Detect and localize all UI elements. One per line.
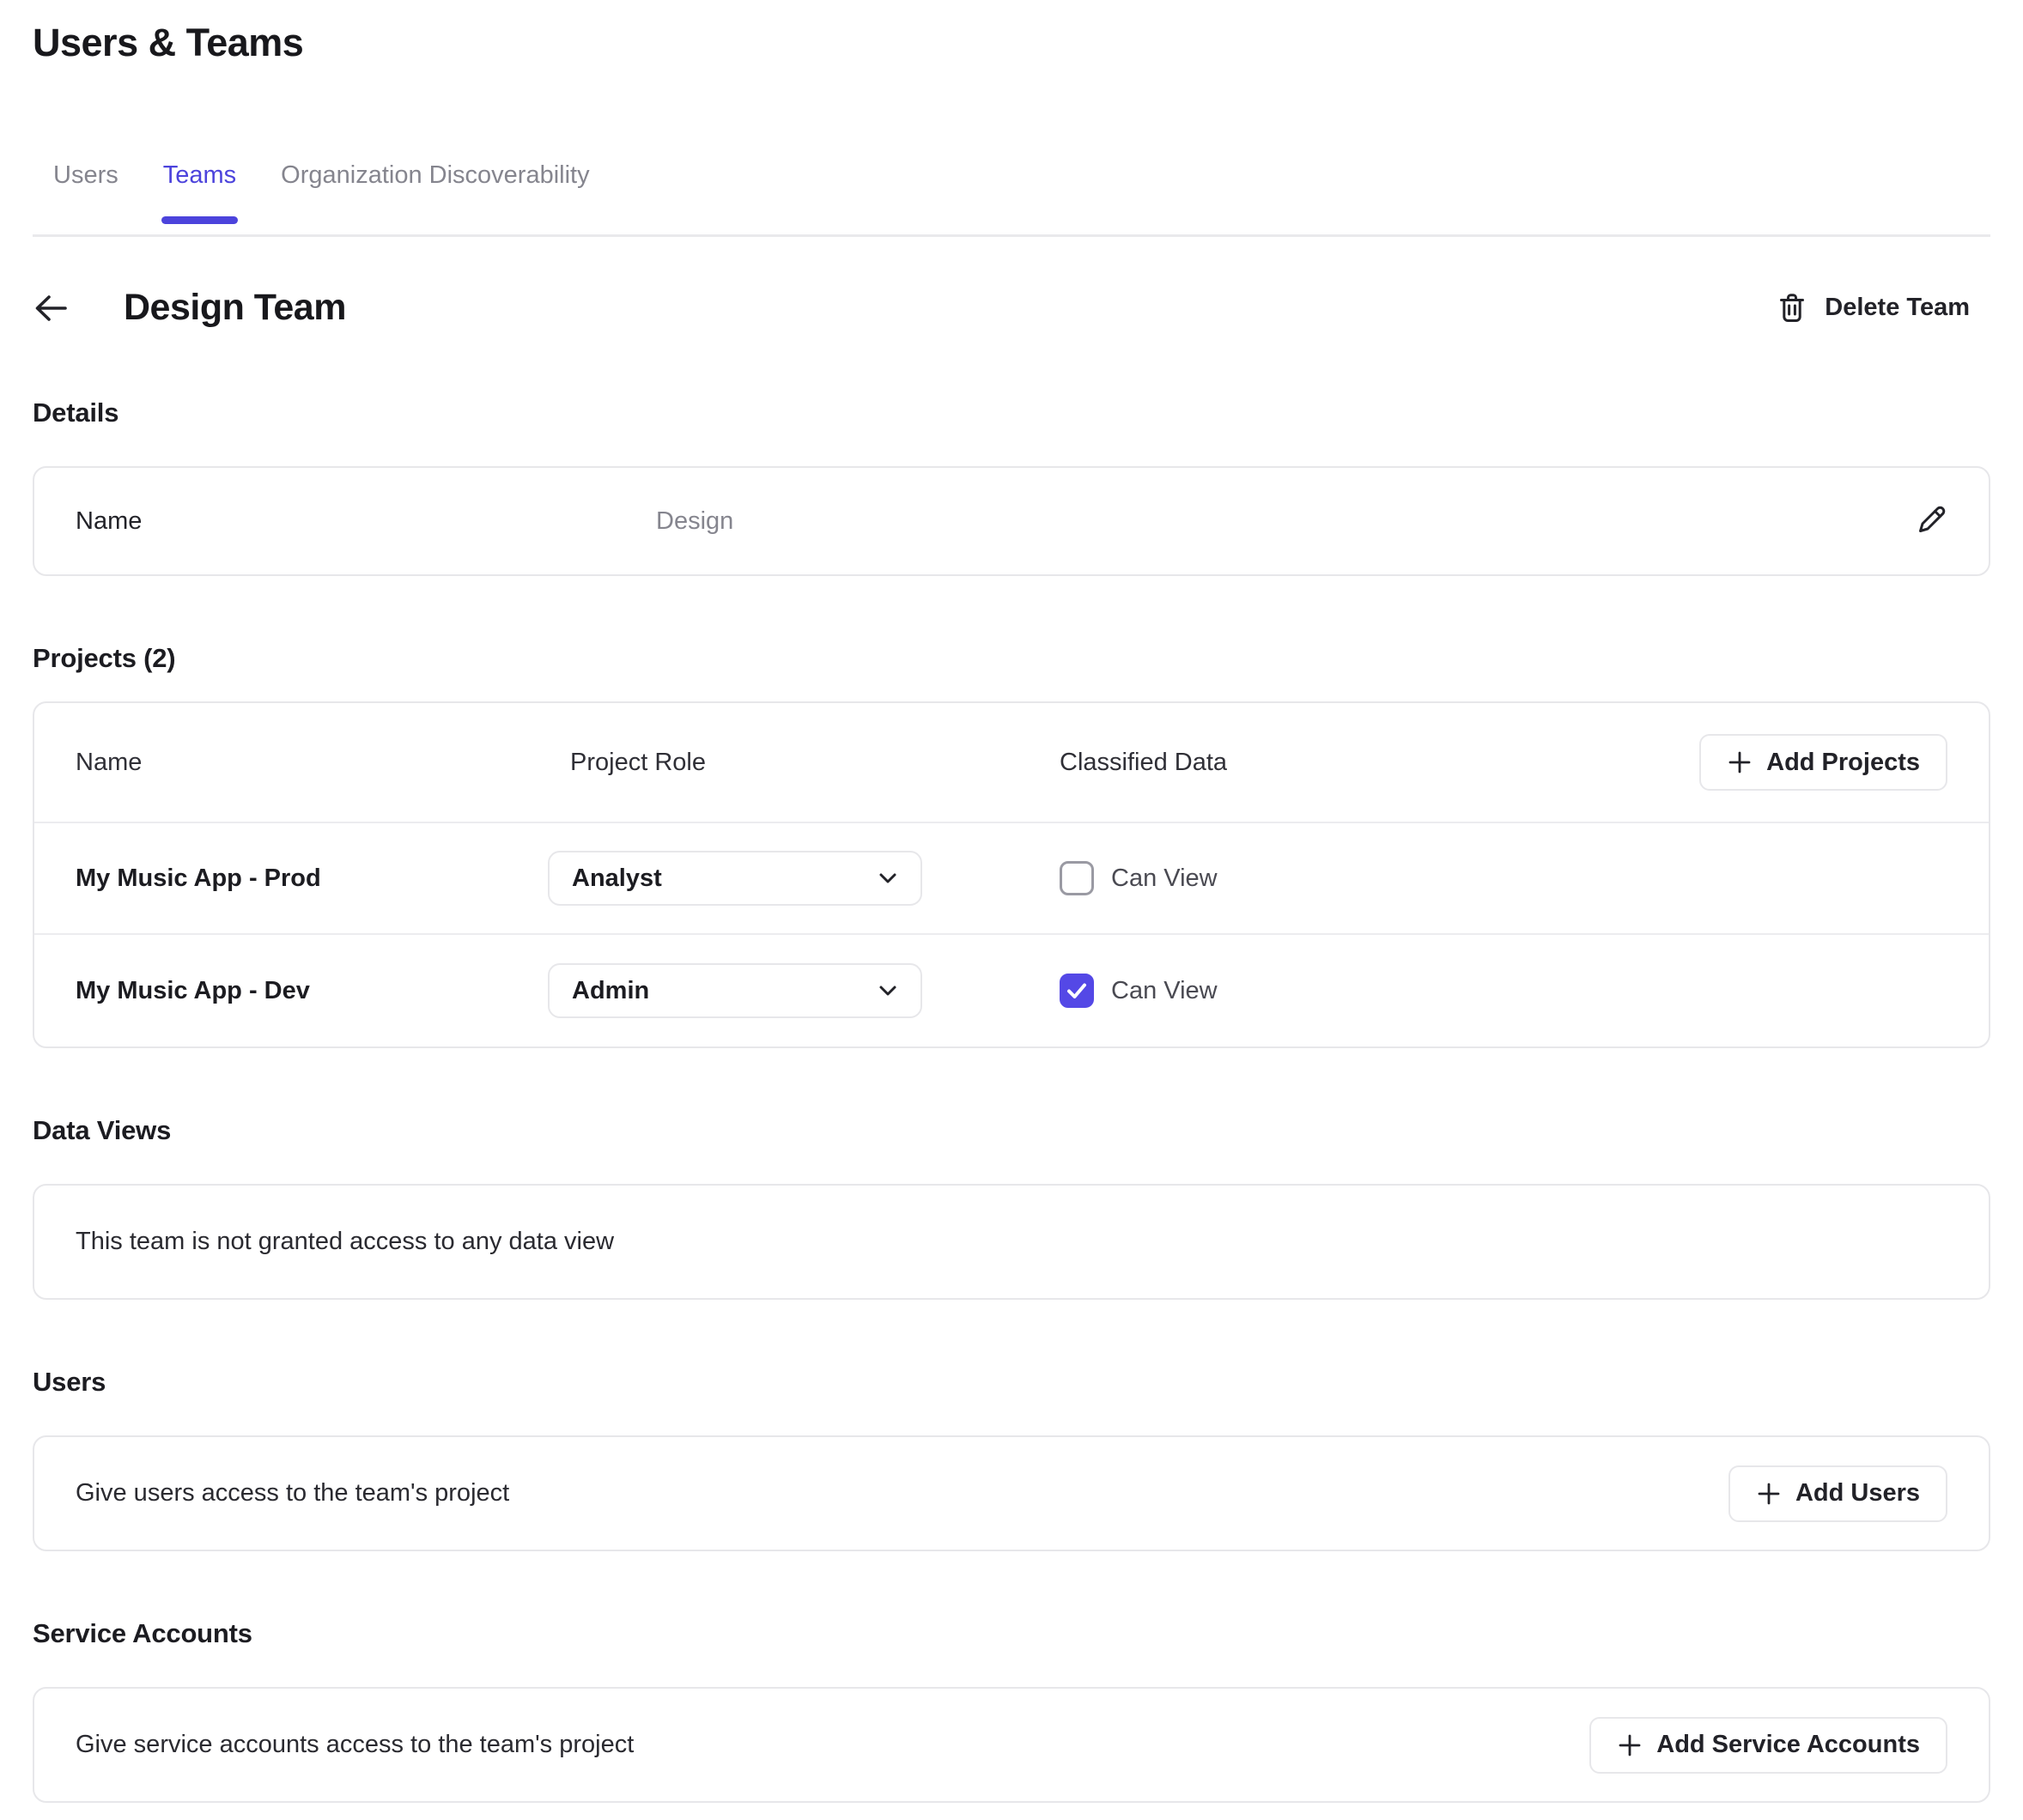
- users-teams-page: Users & Teams Users Teams Organization D…: [0, 0, 2023, 1803]
- can-view-checkbox-prod[interactable]: [1060, 861, 1094, 895]
- add-service-accounts-button[interactable]: Add Service Accounts: [1589, 1717, 1947, 1774]
- tab-teams[interactable]: Teams: [163, 161, 236, 234]
- data-views-card: This team is not granted access to any d…: [33, 1184, 1990, 1300]
- team-header: Design Team Delete Team: [33, 287, 1990, 329]
- details-card: Name Design: [33, 466, 1990, 576]
- users-card: Give users access to the team's project …: [33, 1435, 1990, 1551]
- chevron-down-icon: [878, 871, 898, 885]
- trash-icon: [1777, 292, 1807, 325]
- column-header-name: Name: [76, 749, 548, 777]
- project-name: My Music App - Dev: [76, 977, 548, 1005]
- column-header-classified-data: Classified Data: [1060, 749, 1227, 777]
- users-empty-text: Give users access to the team's project: [76, 1479, 1728, 1508]
- add-projects-label: Add Projects: [1766, 749, 1920, 777]
- project-role-select-dev[interactable]: Admin: [548, 963, 922, 1018]
- arrow-left-icon: [33, 292, 69, 325]
- projects-heading: Projects (2): [33, 643, 1990, 674]
- can-view-label: Can View: [1111, 977, 1218, 1005]
- can-view-label: Can View: [1111, 864, 1218, 893]
- name-label: Name: [76, 507, 656, 536]
- service-accounts-empty-text: Give service accounts access to the team…: [76, 1731, 1589, 1759]
- tab-organization-discoverability[interactable]: Organization Discoverability: [281, 161, 589, 234]
- project-role-select-prod[interactable]: Analyst: [548, 851, 922, 906]
- project-role-value: Admin: [572, 977, 878, 1005]
- data-views-heading: Data Views: [33, 1115, 1990, 1146]
- add-users-label: Add Users: [1795, 1479, 1920, 1508]
- add-users-button[interactable]: Add Users: [1728, 1465, 1947, 1522]
- can-view-checkbox-dev[interactable]: [1060, 974, 1094, 1008]
- add-projects-button[interactable]: Add Projects: [1699, 734, 1947, 791]
- projects-table: Name Project Role Classified Data Add Pr…: [33, 701, 1990, 1048]
- page-title: Users & Teams: [33, 21, 1990, 65]
- tab-users[interactable]: Users: [53, 161, 118, 234]
- project-role-value: Analyst: [572, 864, 878, 893]
- project-name: My Music App - Prod: [76, 864, 548, 893]
- plus-icon: [1756, 1481, 1782, 1507]
- check-icon: [1066, 981, 1088, 1000]
- project-row-dev: My Music App - Dev Admin: [34, 935, 1989, 1046]
- chevron-down-icon: [878, 984, 898, 998]
- back-button[interactable]: [33, 292, 69, 325]
- add-service-accounts-label: Add Service Accounts: [1656, 1731, 1920, 1759]
- edit-name-button[interactable]: [1915, 503, 1947, 540]
- users-heading: Users: [33, 1367, 1990, 1398]
- team-title: Design Team: [124, 287, 346, 329]
- delete-team-button[interactable]: Delete Team: [1777, 292, 1970, 325]
- plus-icon: [1617, 1732, 1643, 1758]
- delete-team-label: Delete Team: [1825, 294, 1970, 322]
- tab-bar: Users Teams Organization Discoverability: [33, 161, 1990, 237]
- projects-header-row: Name Project Role Classified Data Add Pr…: [34, 703, 1989, 823]
- details-heading: Details: [33, 397, 1990, 428]
- pencil-icon: [1915, 503, 1947, 540]
- service-accounts-heading: Service Accounts: [33, 1618, 1990, 1649]
- project-row-prod: My Music App - Prod Analyst: [34, 823, 1989, 935]
- column-header-project-role: Project Role: [548, 749, 1060, 777]
- data-views-empty-text: This team is not granted access to any d…: [76, 1228, 1947, 1256]
- service-accounts-card: Give service accounts access to the team…: [33, 1687, 1990, 1803]
- plus-icon: [1727, 749, 1753, 775]
- name-value: Design: [656, 507, 1915, 536]
